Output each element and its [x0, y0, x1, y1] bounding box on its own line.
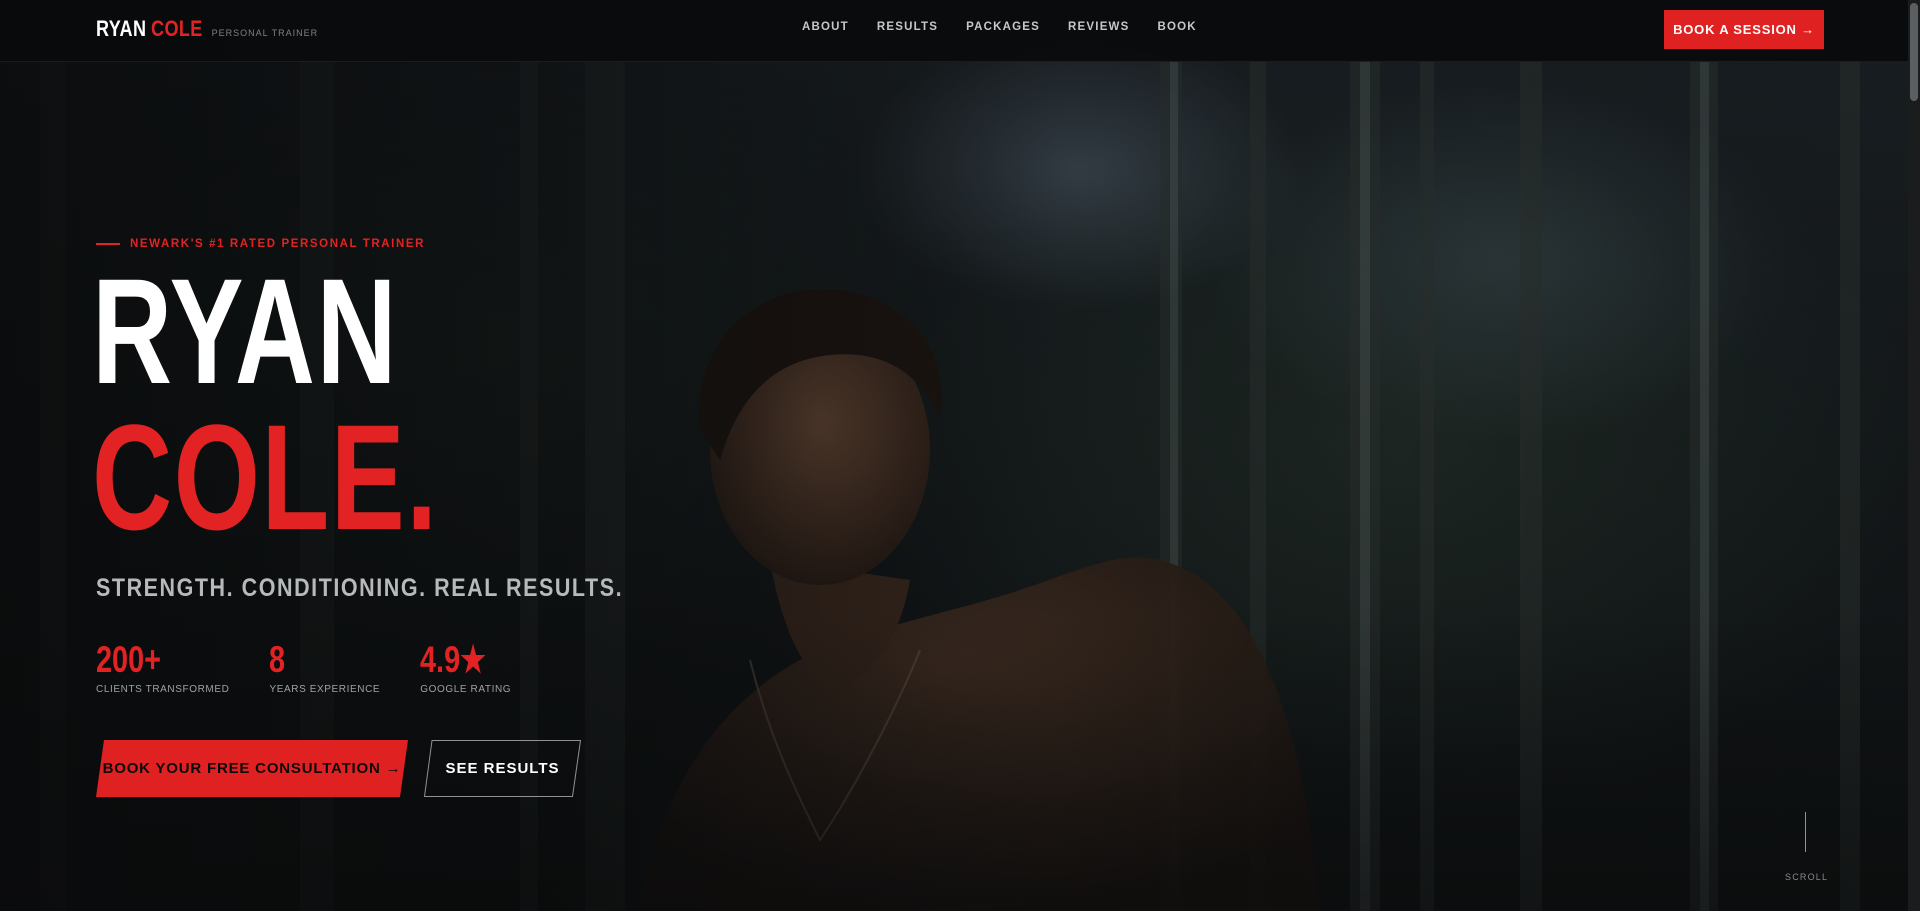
- scrollbar-thumb[interactable]: [1910, 3, 1918, 101]
- hero-title: RYAN COLE.: [92, 247, 439, 561]
- nav-link-reviews[interactable]: REVIEWS: [1068, 21, 1129, 33]
- brand-first-name: RYAN: [96, 16, 147, 41]
- stat-clients: 200+ CLIENTS TRANSFORMED: [96, 639, 230, 696]
- stat-rating: 4.9★ GOOGLE RATING: [420, 639, 512, 696]
- nav-link-book[interactable]: BOOK: [1157, 21, 1196, 33]
- stat-label: GOOGLE RATING: [420, 684, 512, 695]
- brand-logo[interactable]: RYAN COLE PERSONAL TRAINER: [96, 16, 318, 42]
- stat-value: 200+: [96, 639, 162, 680]
- book-session-button[interactable]: BOOK A SESSION →: [1664, 10, 1824, 49]
- stat-experience: 8 YEARS EXPERIENCE: [269, 639, 381, 696]
- scroll-line: [1804, 812, 1806, 852]
- see-results-label: SEE RESULTS: [445, 760, 560, 777]
- nav-link-about[interactable]: ABOUT: [802, 21, 849, 33]
- hero-title-first-name: RYAN: [92, 247, 399, 415]
- top-navigation: RYAN COLE PERSONAL TRAINER ABOUT RESULTS…: [0, 0, 1920, 62]
- nav-link-packages[interactable]: PACKAGES: [966, 21, 1040, 33]
- stat-label: CLIENTS TRANSFORMED: [96, 684, 230, 695]
- nav-links: ABOUT RESULTS PACKAGES REVIEWS BOOK: [802, 21, 1225, 33]
- eyebrow-accent-line: [96, 243, 120, 245]
- stat-value: 4.9★: [420, 639, 487, 680]
- brand-last-name: COLE: [150, 16, 203, 41]
- see-results-button[interactable]: SEE RESULTS: [424, 740, 581, 797]
- landing-page: RYAN COLE PERSONAL TRAINER ABOUT RESULTS…: [0, 0, 1920, 911]
- nav-link-results[interactable]: RESULTS: [877, 21, 938, 33]
- scroll-label: SCROLL: [1785, 872, 1829, 882]
- hero-tagline: STRENGTH. CONDITIONING. REAL RESULTS.: [96, 574, 624, 602]
- hero-stats: 200+ CLIENTS TRANSFORMED 8 YEARS EXPERIE…: [96, 639, 551, 696]
- free-consultation-button[interactable]: BOOK YOUR FREE CONSULTATION →: [96, 740, 408, 797]
- scroll-indicator[interactable]: SCROLL: [1785, 812, 1829, 882]
- page-scrollbar[interactable]: [1908, 0, 1920, 911]
- stat-value: 8: [269, 639, 286, 680]
- brand-tagline: PERSONAL TRAINER: [211, 28, 319, 38]
- hero-title-last-name: COLE.: [92, 393, 439, 561]
- stat-label: YEARS EXPERIENCE: [269, 684, 381, 695]
